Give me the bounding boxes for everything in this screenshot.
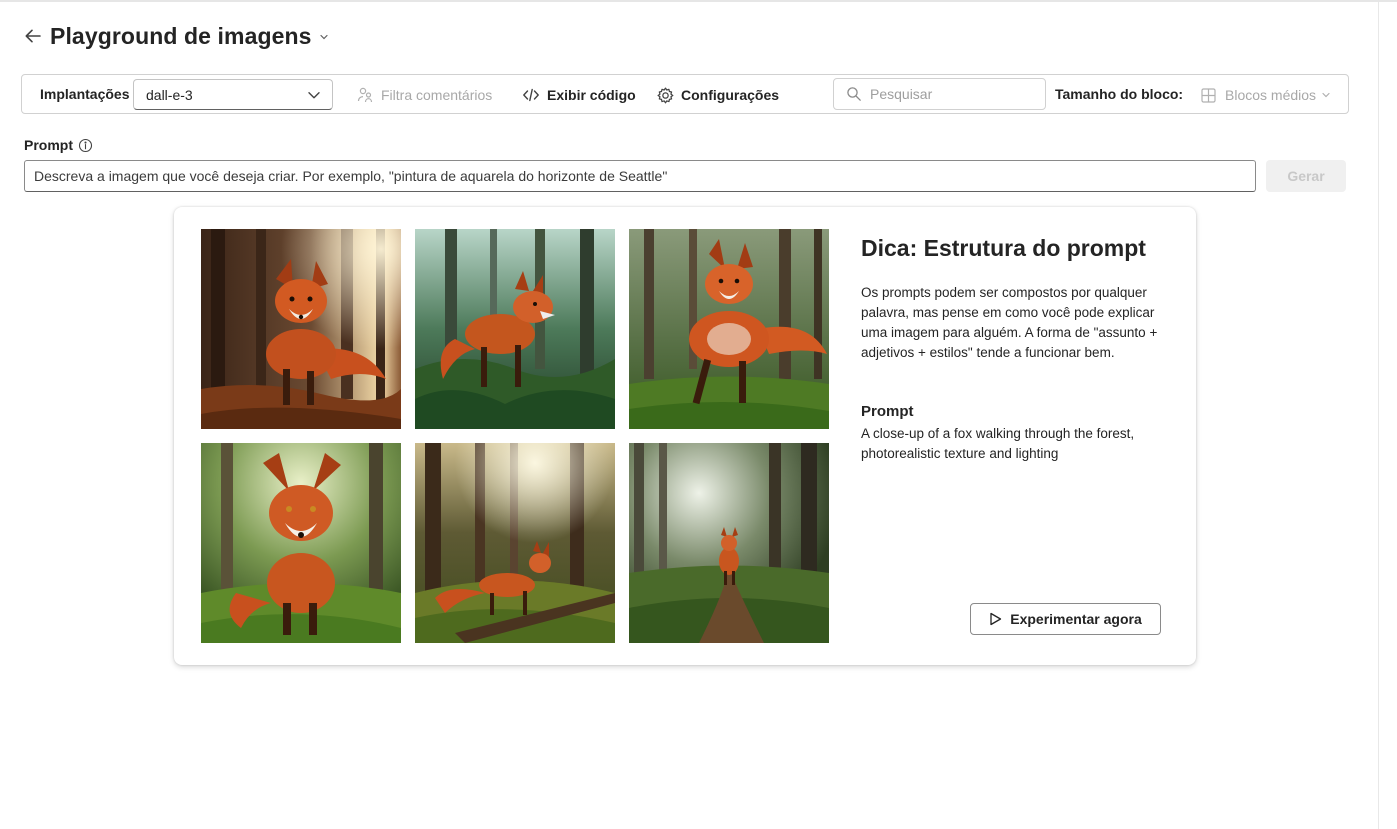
gear-icon: [655, 85, 675, 105]
prompt-label-row: Prompt: [24, 137, 93, 153]
filter-comments-button[interactable]: Filtra comentários: [355, 84, 492, 106]
view-code-button[interactable]: Exibir código: [521, 84, 636, 106]
fox-image-4[interactable]: [201, 443, 401, 643]
search-icon: [847, 87, 861, 101]
fox-image-1[interactable]: [201, 229, 401, 429]
search-input[interactable]: [870, 86, 1030, 102]
deployments-label: Implantações: [40, 86, 130, 102]
tile-size-selected-value: Blocos médios: [1225, 87, 1317, 103]
chevron-down-icon: [308, 91, 320, 98]
chevron-down-icon[interactable]: [319, 32, 329, 42]
tip-body: Os prompts podem ser compostos por qualq…: [861, 285, 1158, 360]
filter-comments-label: Filtra comentários: [381, 87, 493, 103]
tile-size-dropdown[interactable]: Blocos médios: [1201, 84, 1331, 106]
prompt-input[interactable]: [34, 168, 1255, 184]
grid-icon: [1201, 87, 1219, 103]
scrollbar[interactable]: [1378, 2, 1397, 829]
deployment-dropdown[interactable]: dall-e-3: [133, 79, 333, 110]
back-button[interactable]: [22, 25, 44, 47]
generate-button[interactable]: Gerar: [1266, 160, 1346, 192]
code-icon: [521, 85, 541, 105]
settings-button[interactable]: Configurações: [655, 84, 779, 106]
arrow-left-icon: [25, 29, 41, 43]
tip-card: Dica: Estrutura do prompt Os prompts pod…: [174, 207, 1196, 665]
try-now-button[interactable]: Experimentar agora: [970, 603, 1161, 635]
page-header: Playground de imagens: [22, 20, 329, 52]
toolbar: Implantações dall-e-3 Filtra comentários…: [21, 74, 1349, 114]
info-icon[interactable]: [78, 138, 93, 153]
try-now-label: Experimentar agora: [1010, 611, 1142, 627]
settings-label: Configurações: [681, 87, 780, 103]
tip-title: Dica: Estrutura do prompt: [861, 235, 1146, 261]
prompt-field[interactable]: [24, 160, 1256, 192]
prompt-label: Prompt: [24, 137, 73, 153]
tip-prompt-text: A close-up of a fox walking through the …: [861, 426, 1135, 461]
fox-image-6[interactable]: [629, 443, 829, 643]
chevron-down-icon: [1322, 92, 1330, 98]
deployment-selected-value: dall-e-3: [146, 86, 193, 103]
tile-size-label: Tamanho do bloco:: [1055, 86, 1184, 102]
page-title: Playground de imagens: [50, 22, 312, 49]
filter-people-icon: [355, 85, 375, 105]
fox-image-3[interactable]: [629, 229, 829, 429]
play-icon: [989, 612, 1002, 626]
tip-prompt-heading: Prompt: [861, 403, 914, 420]
fox-image-2[interactable]: [415, 229, 615, 429]
top-divider: [0, 0, 1397, 2]
view-code-label: Exibir código: [547, 87, 636, 103]
fox-image-5[interactable]: [415, 443, 615, 643]
search-box[interactable]: [833, 78, 1046, 110]
